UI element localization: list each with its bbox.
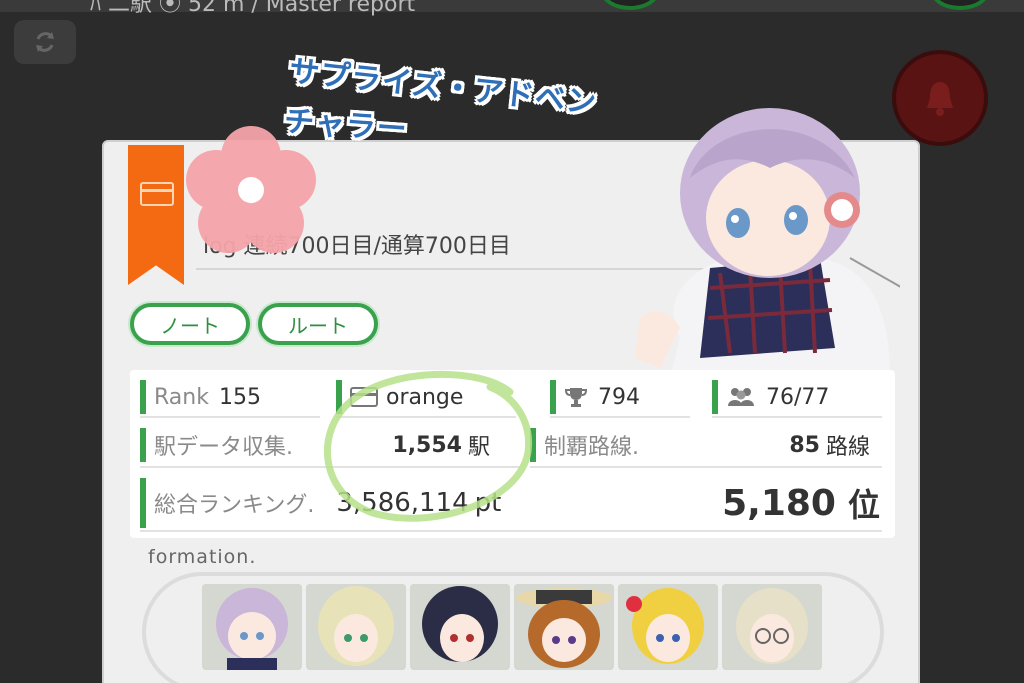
friends-cell: 76/77 — [712, 380, 829, 414]
routes-unit: 路線 — [825, 435, 870, 460]
formation-label: formation. — [148, 546, 257, 568]
routes-label: 制覇路線. — [544, 435, 639, 460]
bell-icon — [927, 82, 953, 116]
formation-member-1[interactable] — [202, 584, 302, 670]
formation-member-5[interactable] — [618, 584, 718, 670]
refresh-button[interactable] — [14, 20, 76, 64]
trophy-icon — [564, 388, 588, 407]
routes-value: 85 — [789, 432, 820, 458]
ranking-position: 5,180 — [722, 482, 836, 524]
character-illustration — [635, 108, 900, 378]
top-status-text: ﾊ 二駅 ⦿ 52 m / Master report — [90, 0, 416, 17]
rank-value: 155 — [218, 384, 261, 410]
refresh-icon — [36, 32, 54, 52]
friends-value: 76/77 — [766, 384, 830, 410]
ranking-label: 総合ランキング. — [154, 493, 315, 518]
rank-cell: Rank 155 — [140, 380, 261, 414]
formation-member-3[interactable] — [410, 584, 510, 670]
highlight-circle-annotation — [324, 370, 533, 522]
note-button[interactable]: ノート — [130, 303, 250, 345]
rank-label: Rank — [154, 384, 209, 410]
friends-icon — [728, 388, 754, 406]
stations-label: 駅データ収集. — [154, 435, 293, 460]
formation-member-2[interactable] — [306, 584, 406, 670]
trophy-cell: 794 — [550, 380, 640, 414]
trophy-value: 794 — [598, 384, 640, 410]
notification-button[interactable] — [892, 50, 988, 146]
formation-member-4[interactable] — [514, 584, 614, 670]
formation-member-6[interactable] — [722, 584, 822, 670]
ranking-position-unit: 位 — [847, 486, 880, 524]
card-icon — [140, 182, 174, 206]
route-button[interactable]: ルート — [258, 303, 378, 345]
routes-cell: 制覇路線. 85 路線 — [530, 428, 870, 462]
title-line-2: チャラー — [283, 103, 409, 148]
